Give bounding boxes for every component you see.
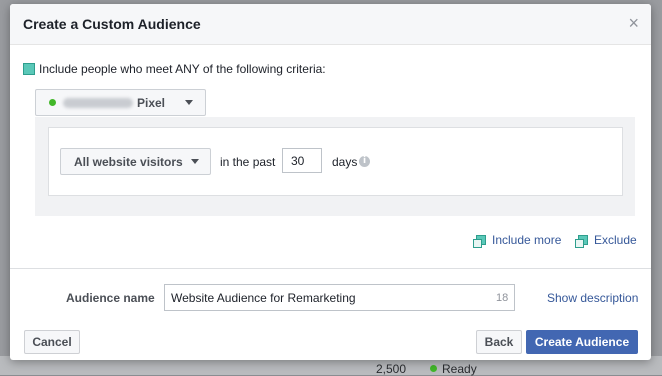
section-divider — [10, 268, 651, 269]
create-audience-button[interactable]: Create Audience — [526, 330, 638, 354]
visitors-dropdown-label: All website visitors — [74, 154, 183, 169]
pixel-label: Pixel — [137, 95, 166, 110]
criteria-square-icon — [23, 63, 35, 75]
chevron-down-icon — [191, 159, 199, 164]
include-more-icon — [473, 235, 486, 248]
rule-row: All website visitors in the past days i — [48, 127, 623, 196]
background-status-text: Ready — [442, 362, 477, 376]
character-count: 18 — [496, 292, 509, 304]
exclude-icon — [575, 235, 588, 248]
visitors-dropdown[interactable]: All website visitors — [60, 148, 211, 175]
in-the-past-label: in the past — [220, 155, 276, 169]
background-row-status: Ready — [430, 362, 477, 376]
exclude-link[interactable]: Exclude — [575, 233, 637, 248]
pixel-active-dot-icon — [49, 99, 56, 106]
redacted-pixel-name — [63, 97, 133, 108]
pixel-dropdown[interactable]: Pixel — [35, 89, 206, 116]
rule-panel: All website visitors in the past days i — [35, 117, 635, 216]
ready-status-icon — [430, 365, 437, 372]
back-button[interactable]: Back — [476, 330, 522, 354]
dialog-title: Create a Custom Audience — [23, 16, 201, 32]
background-row-size: 2,500 — [376, 362, 407, 376]
info-icon[interactable]: i — [359, 156, 370, 167]
show-description-link[interactable]: Show description — [547, 291, 638, 305]
days-label: days — [332, 155, 358, 169]
create-custom-audience-dialog: Create a Custom Audience × Include peopl… — [10, 4, 651, 360]
cancel-button[interactable]: Cancel — [24, 330, 80, 354]
chevron-down-icon — [185, 100, 193, 105]
days-input[interactable] — [282, 148, 322, 173]
criteria-text: Include people who meet ANY of the follo… — [39, 62, 326, 76]
close-icon[interactable]: × — [628, 14, 639, 32]
dialog-header: Create a Custom Audience × — [10, 4, 651, 45]
audience-name-input[interactable] — [164, 284, 515, 311]
exclude-label: Exclude — [594, 233, 637, 247]
include-more-label: Include more — [492, 233, 562, 247]
criteria-heading: Include people who meet ANY of the follo… — [23, 62, 326, 76]
include-more-link[interactable]: Include more — [473, 233, 562, 248]
audience-name-label: Audience name — [66, 291, 155, 305]
